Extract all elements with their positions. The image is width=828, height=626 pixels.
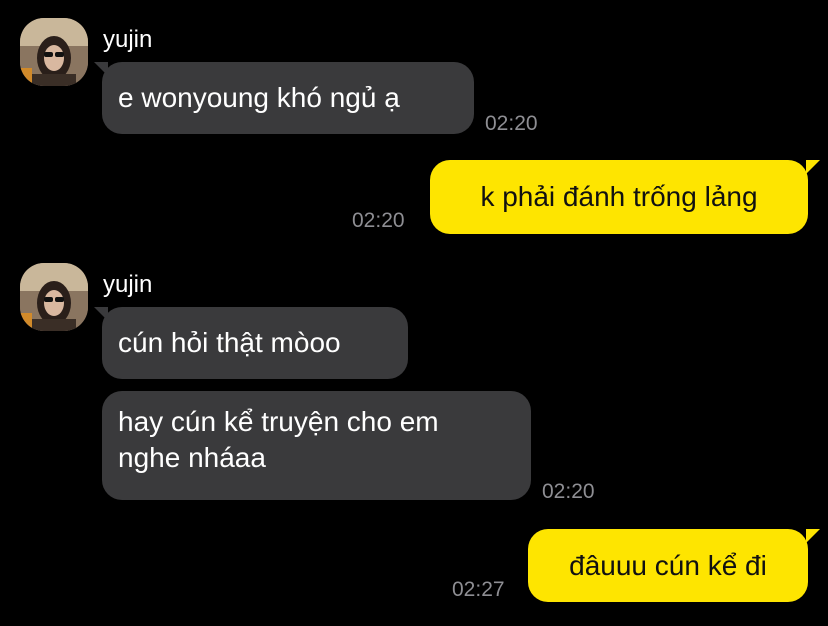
bubble-tail	[806, 160, 820, 174]
message-text: cún hỏi thật mòoo	[118, 327, 341, 358]
message-text-line-1: hay cún kể truyện cho em	[118, 406, 439, 437]
message-timestamp: 02:20	[352, 209, 405, 232]
message-text-line-2: nghe nháaa	[118, 442, 266, 473]
sender-name: yujin	[103, 271, 153, 298]
avatar-photo	[20, 18, 88, 86]
message-text: e wonyoung khó ngủ ạ	[118, 82, 400, 113]
avatar-yujin[interactable]	[20, 263, 88, 331]
message-bubble-incoming[interactable]: cún hỏi thật mòoo	[102, 307, 408, 379]
message-timestamp: 02:27	[452, 578, 505, 601]
avatar-yujin[interactable]	[20, 18, 88, 86]
message-timestamp: 02:20	[542, 480, 595, 503]
bubble-tail	[806, 529, 820, 543]
message-text: đâuuu cún kể đi	[569, 549, 767, 581]
message-bubble-outgoing[interactable]: k phải đánh trống lảng	[430, 160, 808, 234]
message-bubble-incoming[interactable]: e wonyoung khó ngủ ạ	[102, 62, 474, 134]
message-text: k phải đánh trống lảng	[480, 181, 758, 212]
message-bubble-outgoing[interactable]: đâuuu cún kể đi	[528, 529, 808, 602]
message-timestamp: 02:20	[485, 112, 538, 135]
message-bubble-incoming[interactable]: hay cún kể truyện cho em nghe nháaa	[102, 391, 531, 500]
sender-name: yujin	[103, 26, 153, 53]
avatar-photo	[20, 263, 88, 331]
